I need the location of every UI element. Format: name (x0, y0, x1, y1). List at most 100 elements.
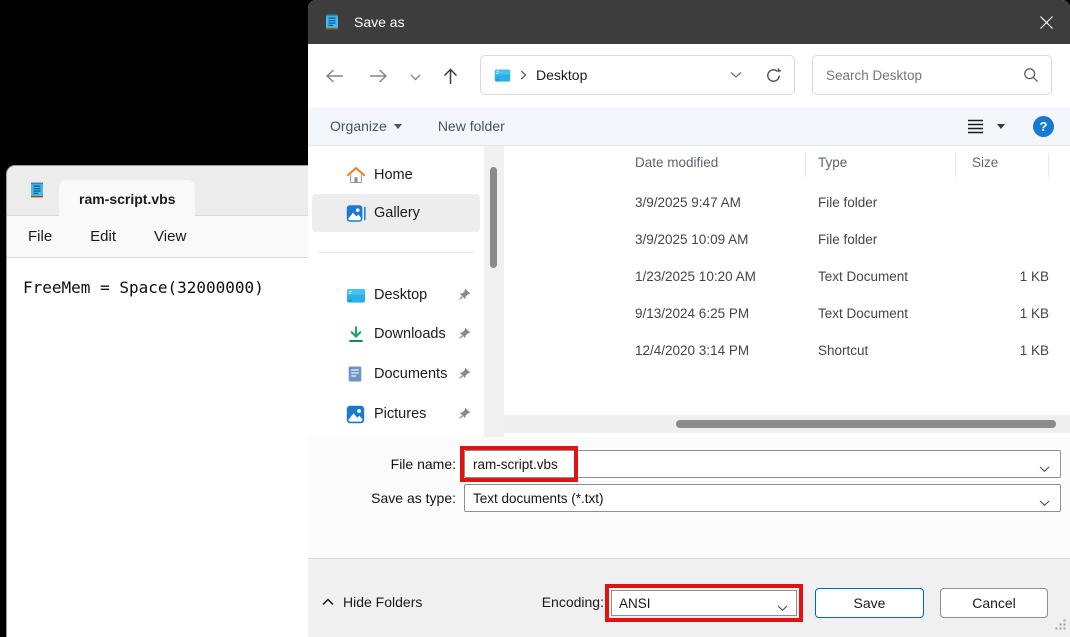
file-row[interactable]: 3/9/2025 10:09 AM File folder (504, 221, 1062, 258)
toolbar-right-group: ? (966, 116, 1054, 137)
view-options-button[interactable] (966, 119, 985, 134)
organize-button[interactable]: Organize (330, 118, 402, 134)
resize-grip-icon[interactable] (1055, 617, 1066, 633)
close-button[interactable] (1022, 0, 1070, 44)
pin-icon (458, 327, 471, 344)
cell-size: 1 KB (952, 258, 1049, 295)
file-name-input[interactable]: ram-script.vbs (464, 450, 1061, 478)
menu-edit[interactable]: Edit (90, 228, 116, 245)
cell-date-modified: 3/9/2025 10:09 AM (635, 221, 748, 258)
cancel-button[interactable]: Cancel (940, 588, 1048, 618)
sidebar-item-label: Documents (374, 366, 447, 382)
documents-icon (346, 364, 366, 384)
sidebar-item-gallery[interactable]: Gallery (312, 194, 480, 232)
address-bar[interactable]: Desktop (480, 55, 795, 95)
search-icon (1023, 67, 1039, 83)
notepad-tab-title: ram-script.vbs (79, 191, 175, 207)
save-as-dialog: Save as (308, 0, 1070, 637)
column-header-size[interactable]: Size (972, 155, 998, 170)
search-input[interactable]: Search Desktop (812, 55, 1052, 95)
file-list-horizontal-scrollbar[interactable] (504, 415, 1070, 433)
breadcrumb-chevron-icon (520, 70, 527, 80)
hide-folders-button[interactable]: Hide Folders (322, 590, 422, 614)
address-dropdown-chevron-icon[interactable] (730, 71, 742, 79)
sidebar-item-pictures[interactable]: Pictures (312, 395, 480, 433)
navigation-bar: Desktop Search Desktop (308, 44, 1070, 107)
sidebar-item-downloads[interactable]: Downloads (312, 315, 480, 353)
menu-file[interactable]: File (28, 228, 52, 245)
sidebar-item-documents[interactable]: Documents (312, 355, 480, 393)
back-button[interactable] (320, 67, 348, 85)
back-arrow-icon (325, 68, 344, 84)
notepad-window: ram-script.vbs File Edit View FreeMem = … (6, 165, 318, 637)
up-button[interactable] (439, 66, 461, 86)
file-row[interactable]: 12/4/2020 3:14 PM Shortcut 1 KB (504, 332, 1062, 369)
cell-type: Shortcut (818, 332, 868, 369)
close-icon (1039, 15, 1054, 30)
chevron-down-icon[interactable] (1039, 495, 1050, 510)
pin-icon (458, 288, 471, 305)
chevron-down-icon[interactable] (777, 600, 788, 615)
filename-section: File name: ram-script.vbs Save as type: … (308, 437, 1070, 558)
sidebar-item-label: Pictures (374, 406, 426, 422)
save-button-label: Save (854, 595, 886, 611)
chevron-down-icon[interactable] (1039, 461, 1050, 476)
new-folder-button[interactable]: New folder (438, 118, 505, 134)
file-name-value: ram-script.vbs (473, 457, 558, 472)
notepad-icon (28, 181, 46, 199)
up-arrow-icon (442, 67, 459, 85)
encoding-value: ANSI (619, 596, 651, 611)
chevron-down-icon (410, 74, 421, 81)
cell-type: File folder (818, 221, 877, 258)
caret-down-icon (394, 124, 402, 129)
notepad-text: FreeMem = Space(32000000) (23, 278, 264, 297)
dialog-footer: Hide Folders Encoding: ANSI Save Cancel (308, 558, 1070, 637)
file-list: Date modified Type Size 3/9/2025 9:47 AM… (504, 146, 1070, 437)
navigation-pane: Home Gallery (308, 146, 484, 437)
notepad-editor[interactable]: FreeMem = Space(32000000) (7, 258, 317, 636)
sidebar-scrollbar-thumb[interactable] (490, 167, 497, 268)
cancel-button-label: Cancel (972, 595, 1016, 611)
sidebar-item-label: Downloads (374, 326, 446, 342)
notepad-icon (323, 13, 341, 31)
save-as-type-select[interactable]: Text documents (*.txt) (464, 484, 1061, 512)
notepad-tab[interactable]: ram-script.vbs (59, 180, 195, 217)
desktop-icon (346, 285, 366, 305)
notepad-menu-bar: File Edit View (7, 216, 317, 258)
file-row[interactable]: 1/23/2025 10:20 AM Text Document 1 KB (504, 258, 1062, 295)
desktop-background: ram-script.vbs File Edit View FreeMem = … (0, 0, 1070, 637)
file-row[interactable]: 3/9/2025 9:47 AM File folder (504, 184, 1062, 221)
sidebar-item-home[interactable]: Home (312, 156, 480, 194)
sidebar-item-desktop[interactable]: Desktop (312, 276, 480, 314)
column-header-date-modified[interactable]: Date modified (635, 155, 718, 170)
cell-type: Text Document (818, 295, 908, 332)
recent-locations-button[interactable] (408, 73, 422, 81)
cell-size (952, 221, 1049, 258)
help-button[interactable]: ? (1033, 116, 1054, 137)
column-header-type[interactable]: Type (818, 155, 847, 170)
cell-size: 1 KB (952, 332, 1049, 369)
dialog-toolbar: Organize New folder ? (308, 107, 1070, 146)
sidebar-scrollbar[interactable] (484, 146, 504, 437)
sidebar-item-label: Gallery (374, 205, 420, 221)
save-button[interactable]: Save (815, 588, 924, 618)
cell-date-modified: 3/9/2025 9:47 AM (635, 184, 741, 221)
view-options-caret-icon[interactable] (997, 124, 1005, 129)
cell-date-modified: 12/4/2020 3:14 PM (635, 332, 749, 369)
cell-date-modified: 1/23/2025 10:20 AM (635, 258, 756, 295)
pictures-icon (346, 404, 366, 424)
file-row[interactable]: 9/13/2024 6:25 PM Text Document 1 KB (504, 295, 1062, 332)
encoding-select[interactable]: ANSI (611, 590, 797, 616)
forward-button[interactable] (364, 67, 392, 85)
help-icon: ? (1040, 119, 1048, 134)
menu-view[interactable]: View (154, 228, 186, 245)
cell-date-modified: 9/13/2024 6:25 PM (635, 295, 749, 332)
horizontal-scrollbar-thumb[interactable] (676, 420, 1056, 428)
refresh-icon[interactable] (765, 67, 782, 84)
cell-type: Text Document (818, 258, 908, 295)
breadcrumb-segment-desktop[interactable]: Desktop (536, 67, 587, 83)
notepad-tab-bar: ram-script.vbs (7, 166, 317, 216)
chevron-up-icon (322, 598, 334, 606)
search-placeholder: Search Desktop (826, 68, 922, 83)
save-as-type-value: Text documents (*.txt) (473, 491, 604, 506)
